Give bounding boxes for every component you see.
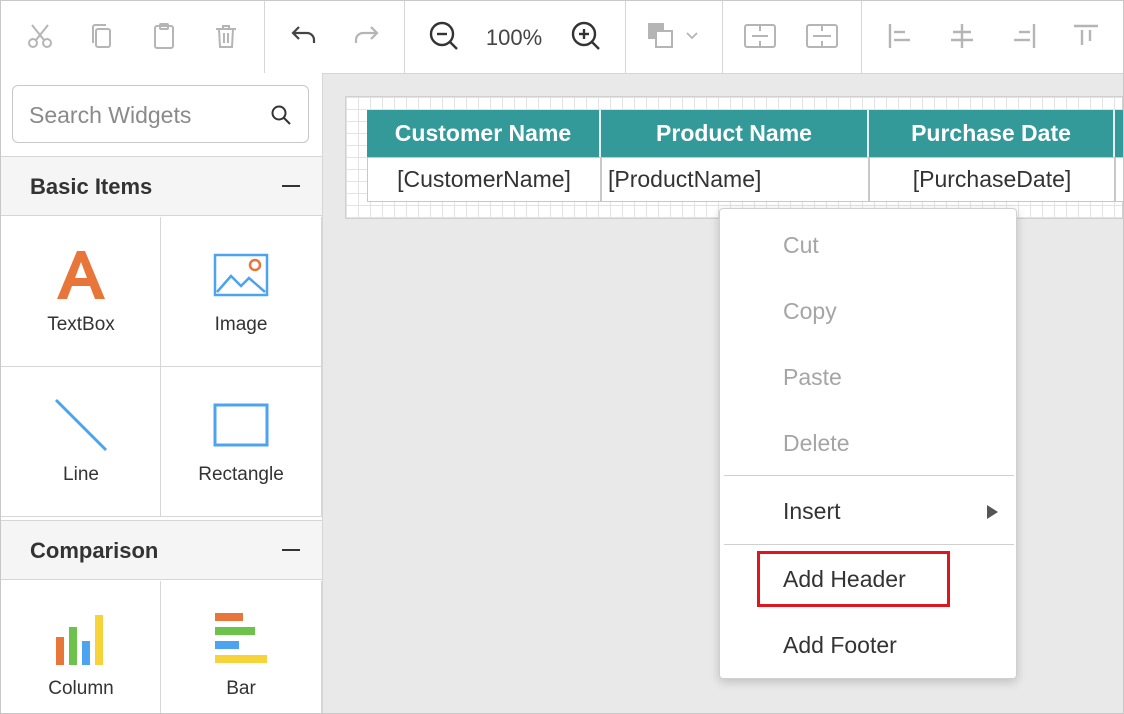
report-designer-window: 100% Search Widgets Basic Items TextBox … [0, 0, 1124, 714]
image-icon [161, 245, 321, 305]
table-data-cell[interactable] [1115, 157, 1123, 202]
toolbar-divider [625, 1, 626, 73]
widget-textbox[interactable]: TextBox [1, 217, 161, 367]
section-title: Basic Items [30, 174, 153, 199]
menu-item-delete[interactable]: Delete [720, 415, 1016, 471]
toolbar: 100% [1, 1, 1123, 74]
table-data-cell[interactable]: [PurchaseDate] [869, 157, 1115, 202]
cut-icon[interactable] [23, 19, 57, 53]
menu-item-paste[interactable]: Paste [720, 349, 1016, 405]
widget-column[interactable]: Column [1, 581, 161, 713]
widget-label: Image [214, 314, 268, 335]
paste-icon[interactable] [147, 19, 181, 53]
highlight-box [757, 551, 950, 607]
widget-bar[interactable]: Bar [161, 581, 322, 713]
menu-item-label: Insert [783, 497, 841, 524]
collapse-icon[interactable] [282, 549, 300, 551]
menu-separator [724, 544, 1014, 545]
table-data-cell[interactable]: [CustomerName] [367, 157, 601, 202]
bar-chart-icon [161, 609, 321, 669]
toolbar-divider [722, 1, 723, 73]
split-cells-icon[interactable] [805, 19, 839, 53]
toolbar-divider [861, 1, 862, 73]
zoom-level: 100% [485, 25, 543, 50]
section-basic-items[interactable]: Basic Items [1, 156, 322, 216]
section-title: Comparison [30, 538, 159, 563]
textbox-icon [1, 245, 161, 305]
submenu-arrow-icon [987, 505, 998, 519]
menu-item-cut[interactable]: Cut [720, 217, 1016, 273]
fill-color-dropdown[interactable] [645, 19, 705, 53]
table-header-cell[interactable]: Customer Name [367, 110, 601, 157]
table-header-cell[interactable] [1115, 110, 1123, 157]
rectangle-icon [161, 395, 321, 455]
undo-icon[interactable] [287, 19, 321, 53]
widget-line[interactable]: Line [1, 367, 161, 517]
section-comparison[interactable]: Comparison [1, 520, 322, 580]
zoom-out-icon[interactable] [427, 19, 461, 53]
widget-image[interactable]: Image [161, 217, 322, 367]
toolbar-divider [404, 1, 405, 73]
line-icon [1, 395, 161, 455]
widget-panel: Basic Items TextBox Image Line Recta [1, 73, 323, 713]
align-left-icon[interactable] [883, 19, 917, 53]
widget-rectangle[interactable]: Rectangle [161, 367, 322, 517]
menu-separator [724, 475, 1014, 476]
menu-item-insert[interactable]: Insert [720, 483, 1016, 539]
search-input[interactable] [27, 96, 261, 134]
zoom-in-icon[interactable] [569, 19, 603, 53]
search-box [12, 85, 309, 143]
widget-label: Bar [226, 678, 256, 699]
widget-label: Column [48, 678, 114, 699]
column-chart-icon [1, 609, 161, 669]
widget-label: TextBox [47, 314, 115, 335]
table-header-cell[interactable]: Product Name [601, 110, 869, 157]
delete-icon[interactable] [209, 19, 243, 53]
menu-item-add-footer[interactable]: Add Footer [720, 617, 1016, 673]
align-center-icon[interactable] [945, 19, 979, 53]
align-right-icon[interactable] [1007, 19, 1041, 53]
menu-item-copy[interactable]: Copy [720, 283, 1016, 339]
search-icon[interactable] [270, 104, 292, 131]
copy-icon[interactable] [85, 19, 119, 53]
context-menu: Cut Copy Paste Delete Insert Add Header … [719, 208, 1017, 679]
table-header-cell[interactable]: Purchase Date [869, 110, 1115, 157]
table-data-cell[interactable]: [ProductName] [601, 157, 869, 202]
toolbar-divider [264, 1, 265, 73]
align-top-icon[interactable] [1069, 19, 1103, 53]
widget-label: Line [63, 464, 99, 485]
collapse-icon[interactable] [282, 185, 300, 187]
redo-icon[interactable] [349, 19, 383, 53]
merge-cells-icon[interactable] [743, 19, 777, 53]
widget-label: Rectangle [198, 464, 284, 485]
